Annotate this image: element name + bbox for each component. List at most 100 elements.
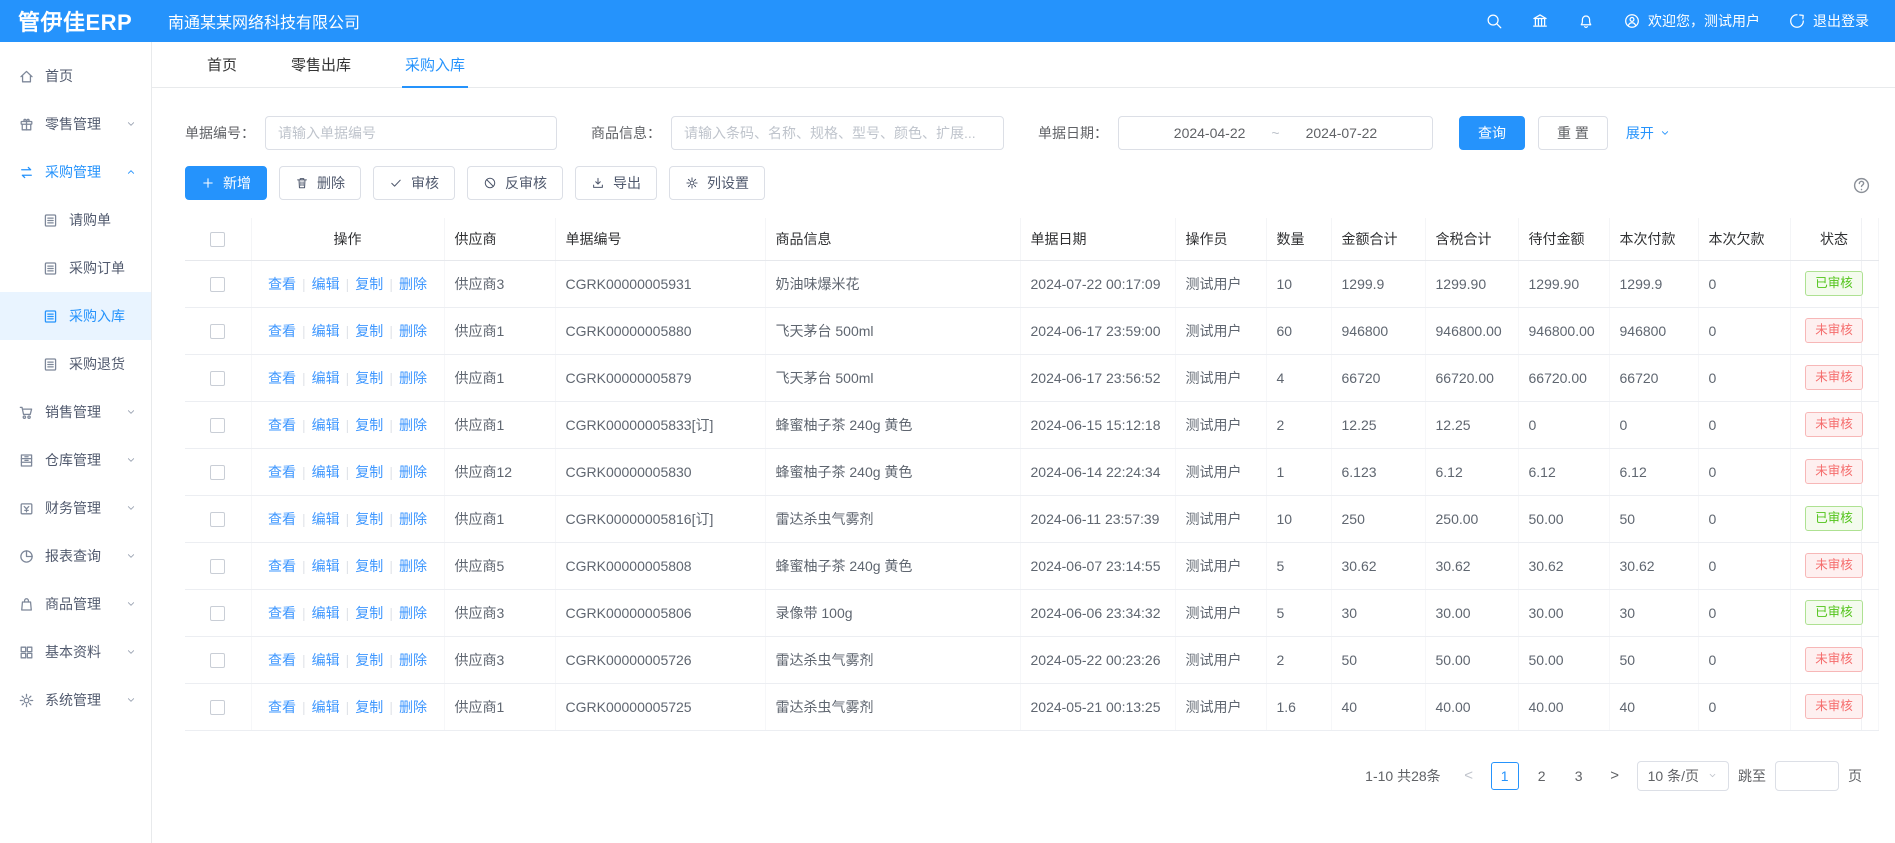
- row-action-edit[interactable]: 编辑: [312, 276, 340, 292]
- row-action-edit[interactable]: 编辑: [312, 652, 340, 668]
- row-action-copy[interactable]: 复制: [355, 699, 383, 715]
- row-checkbox[interactable]: [210, 465, 225, 480]
- sidebar-item-finance-mgmt[interactable]: 财务管理: [0, 484, 151, 532]
- row-checkbox[interactable]: [210, 324, 225, 339]
- sidebar-item-goods-mgmt[interactable]: 商品管理: [0, 580, 151, 628]
- row-action-copy[interactable]: 复制: [355, 417, 383, 433]
- row-action-view[interactable]: 查看: [268, 699, 296, 715]
- row-checkbox[interactable]: [210, 606, 225, 621]
- row-action-delete[interactable]: 删除: [399, 511, 427, 527]
- sidebar-item-report-query[interactable]: 报表查询: [0, 532, 151, 580]
- sidebar-item-purchase-order[interactable]: 采购订单: [0, 244, 151, 292]
- row-action-view[interactable]: 查看: [268, 652, 296, 668]
- row-action-edit[interactable]: 编辑: [312, 511, 340, 527]
- row-select-cell: [185, 448, 251, 495]
- row-action-edit[interactable]: 编辑: [312, 699, 340, 715]
- row-checkbox[interactable]: [210, 700, 225, 715]
- row-action-copy[interactable]: 复制: [355, 511, 383, 527]
- goods-info-input[interactable]: [671, 116, 1004, 150]
- row-action-copy[interactable]: 复制: [355, 652, 383, 668]
- add-button[interactable]: 新增: [185, 166, 267, 200]
- sidebar-item-purchase-mgmt[interactable]: 采购管理: [0, 148, 151, 196]
- row-action-delete[interactable]: 删除: [399, 652, 427, 668]
- row-action-edit[interactable]: 编辑: [312, 417, 340, 433]
- date-to[interactable]: 2024-07-22: [1306, 125, 1378, 141]
- row-action-delete[interactable]: 删除: [399, 464, 427, 480]
- bill-no-input[interactable]: [265, 116, 557, 150]
- row-action-delete[interactable]: 删除: [399, 699, 427, 715]
- sidebar-item-retail-mgmt[interactable]: 零售管理: [0, 100, 151, 148]
- next-page-button[interactable]: >: [1602, 762, 1628, 790]
- user-menu[interactable]: 欢迎您，测试用户: [1623, 11, 1760, 31]
- help-icon[interactable]: [1852, 176, 1871, 195]
- row-action-delete[interactable]: 删除: [399, 558, 427, 574]
- column-settings-button[interactable]: 列设置: [669, 166, 765, 200]
- row-action-delete[interactable]: 删除: [399, 417, 427, 433]
- page-number-3[interactable]: 3: [1565, 762, 1593, 790]
- row-action-edit[interactable]: 编辑: [312, 605, 340, 621]
- row-action-delete[interactable]: 删除: [399, 323, 427, 339]
- reset-button[interactable]: 重 置: [1538, 116, 1608, 150]
- row-action-view[interactable]: 查看: [268, 417, 296, 433]
- row-action-delete[interactable]: 删除: [399, 370, 427, 386]
- row-action-copy[interactable]: 复制: [355, 464, 383, 480]
- page-number-2[interactable]: 2: [1528, 762, 1556, 790]
- row-action-copy[interactable]: 复制: [355, 276, 383, 292]
- date-from[interactable]: 2024-04-22: [1174, 125, 1246, 141]
- row-checkbox[interactable]: [210, 653, 225, 668]
- row-action-edit[interactable]: 编辑: [312, 558, 340, 574]
- row-action-view[interactable]: 查看: [268, 605, 296, 621]
- bell-icon[interactable]: [1577, 12, 1595, 30]
- tab-home[interactable]: 首页: [180, 42, 264, 87]
- unapprove-button[interactable]: 反审核: [467, 166, 563, 200]
- row-action-view[interactable]: 查看: [268, 276, 296, 292]
- row-checkbox[interactable]: [210, 418, 225, 433]
- bank-icon[interactable]: [1531, 12, 1549, 30]
- row-action-delete[interactable]: 删除: [399, 605, 427, 621]
- row-actions-cell: 查看|编辑|复制|删除: [251, 495, 444, 542]
- date-range-picker[interactable]: 2024-04-22 ~ 2024-07-22: [1118, 116, 1433, 150]
- sidebar-item-purchase-return[interactable]: 采购退货: [0, 340, 151, 388]
- sidebar-item-sales-mgmt[interactable]: 销售管理: [0, 388, 151, 436]
- bill-date-cell: 2024-05-22 00:23:26: [1020, 636, 1175, 683]
- row-action-copy[interactable]: 复制: [355, 323, 383, 339]
- row-action-edit[interactable]: 编辑: [312, 323, 340, 339]
- row-action-view[interactable]: 查看: [268, 511, 296, 527]
- row-checkbox[interactable]: [210, 559, 225, 574]
- row-checkbox[interactable]: [210, 371, 225, 386]
- export-button[interactable]: 导出: [575, 166, 657, 200]
- sidebar-item-warehouse-mgmt[interactable]: 仓库管理: [0, 436, 151, 484]
- operator-cell: 测试用户: [1175, 260, 1266, 307]
- approve-button[interactable]: 审核: [373, 166, 455, 200]
- sidebar-item-purchase-inbound[interactable]: 采购入库: [0, 292, 151, 340]
- row-action-copy[interactable]: 复制: [355, 605, 383, 621]
- sidebar-item-purchase-request[interactable]: 请购单: [0, 196, 151, 244]
- jump-page-input[interactable]: [1775, 761, 1839, 791]
- row-checkbox[interactable]: [210, 277, 225, 292]
- row-action-view[interactable]: 查看: [268, 370, 296, 386]
- sidebar-item-basic-data[interactable]: 基本资料: [0, 628, 151, 676]
- expand-link[interactable]: 展开: [1626, 123, 1671, 143]
- delete-button[interactable]: 删除: [279, 166, 361, 200]
- row-action-delete[interactable]: 删除: [399, 276, 427, 292]
- tab-purchase-inbound[interactable]: 采购入库: [378, 42, 492, 87]
- sidebar-item-home[interactable]: 首页: [0, 52, 151, 100]
- row-action-view[interactable]: 查看: [268, 323, 296, 339]
- page-number-1[interactable]: 1: [1491, 762, 1519, 790]
- row-action-view[interactable]: 查看: [268, 558, 296, 574]
- row-action-copy[interactable]: 复制: [355, 558, 383, 574]
- prev-page-button[interactable]: <: [1456, 762, 1482, 790]
- pagination-summary: 1-10 共28条: [1365, 766, 1440, 786]
- page-size-select[interactable]: 10 条/页: [1637, 761, 1729, 791]
- row-action-view[interactable]: 查看: [268, 464, 296, 480]
- row-checkbox[interactable]: [210, 512, 225, 527]
- logout-button[interactable]: 退出登录: [1788, 11, 1869, 31]
- search-icon[interactable]: [1485, 12, 1503, 30]
- search-button[interactable]: 查询: [1459, 116, 1525, 150]
- sidebar-item-system-mgmt[interactable]: 系统管理: [0, 676, 151, 724]
- select-all-checkbox[interactable]: [210, 232, 225, 247]
- row-action-edit[interactable]: 编辑: [312, 464, 340, 480]
- tab-retail-outbound[interactable]: 零售出库: [264, 42, 378, 87]
- row-action-edit[interactable]: 编辑: [312, 370, 340, 386]
- row-action-copy[interactable]: 复制: [355, 370, 383, 386]
